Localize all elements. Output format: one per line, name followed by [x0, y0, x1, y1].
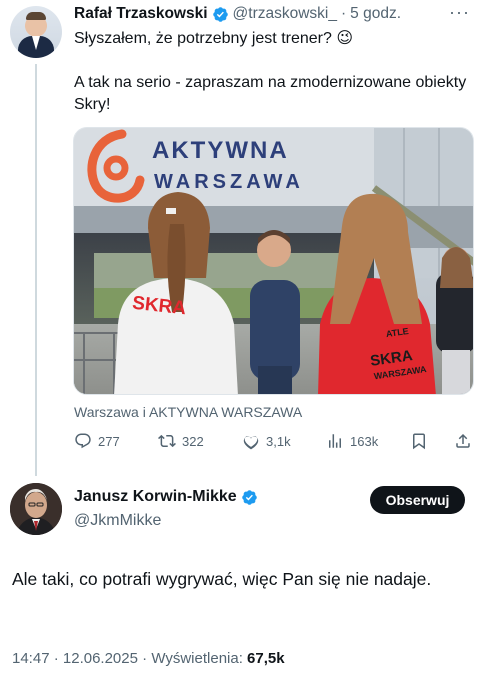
- tweet-text: Słyszałem, że potrzebny jest trener? 😉 A…: [74, 28, 474, 138]
- parent-tweet: Rafał Trzaskowski @trzaskowski_ · 5 godz…: [0, 0, 484, 476]
- photo-scene: AKTYWNA WARSZAWA SKRA SKRA WARSZAWA ATLE: [74, 128, 473, 394]
- reply-count: 277: [98, 433, 120, 449]
- share-button[interactable]: [454, 432, 478, 450]
- avatar[interactable]: [10, 6, 62, 58]
- reply-author: Janusz Korwin-Mikke: [74, 488, 262, 506]
- author-handle[interactable]: @JkmMikke: [74, 512, 161, 530]
- bookmark-icon: [413, 433, 425, 450]
- avatar[interactable]: [10, 483, 62, 535]
- author-name[interactable]: Rafał Trzaskowski: [74, 5, 208, 23]
- views-button[interactable]: 163k: [326, 432, 378, 450]
- photo-source[interactable]: Warszawa i AKTYWNA WARSZAWA: [74, 404, 302, 420]
- tweet-time[interactable]: 14:47: [12, 650, 50, 667]
- heart-icon: [243, 436, 259, 450]
- share-icon: [456, 433, 470, 448]
- views-count: 163k: [350, 433, 379, 449]
- like-count: 3,1k: [266, 433, 291, 449]
- separator-dot: ·: [341, 5, 347, 22]
- tweet-text-line: A tak na serio - zapraszam na zmodernizo…: [74, 74, 467, 113]
- reply-icon: [75, 433, 91, 449]
- tweet-time[interactable]: 5 godz.: [350, 5, 401, 23]
- repost-button[interactable]: 322: [158, 432, 204, 450]
- tweet-text-line: Słyszałem, że potrzebny jest trener? 😉: [74, 30, 354, 47]
- reply-text: Ale taki, co potrafi wygrywać, więc Pan …: [12, 569, 432, 589]
- verified-badge-icon: [241, 489, 257, 505]
- author-name[interactable]: Janusz Korwin-Mikke: [74, 488, 237, 506]
- separator-dot: ·: [142, 650, 148, 667]
- avatar-photo: [10, 483, 62, 535]
- views-label: Wyświetlenia:: [151, 650, 243, 667]
- more-options-icon[interactable]: ···: [449, 3, 470, 21]
- sign-text: WARSZAWA: [154, 171, 304, 193]
- bookmark-button[interactable]: [410, 432, 434, 450]
- tweet-header: Rafał Trzaskowski @trzaskowski_ · 5 godz…: [74, 3, 474, 24]
- repost-icon: [158, 434, 176, 448]
- reply-button[interactable]: 277: [74, 432, 120, 450]
- follow-button[interactable]: Obserwuj: [370, 486, 465, 514]
- author-handle[interactable]: @trzaskowski_: [233, 5, 337, 23]
- verified-badge-icon: [212, 6, 228, 22]
- tweet-date[interactable]: 12.06.2025: [63, 650, 138, 667]
- thread-line: [35, 64, 37, 476]
- sign-text: AKTYWNA: [152, 137, 289, 164]
- repost-count: 322: [182, 433, 204, 449]
- separator-dot: ·: [53, 650, 59, 667]
- tweet-photo[interactable]: AKTYWNA WARSZAWA SKRA SKRA WARSZAWA ATLE: [73, 127, 474, 395]
- action-bar: 277 322 3,1k 163k: [74, 432, 474, 454]
- reply-meta: 14:47 · 12.06.2025 · Wyświetlenia: 67,5k: [12, 650, 285, 667]
- like-button[interactable]: 3,1k: [242, 432, 291, 450]
- views-count: 67,5k: [247, 650, 285, 667]
- views-chart-icon: [329, 434, 341, 448]
